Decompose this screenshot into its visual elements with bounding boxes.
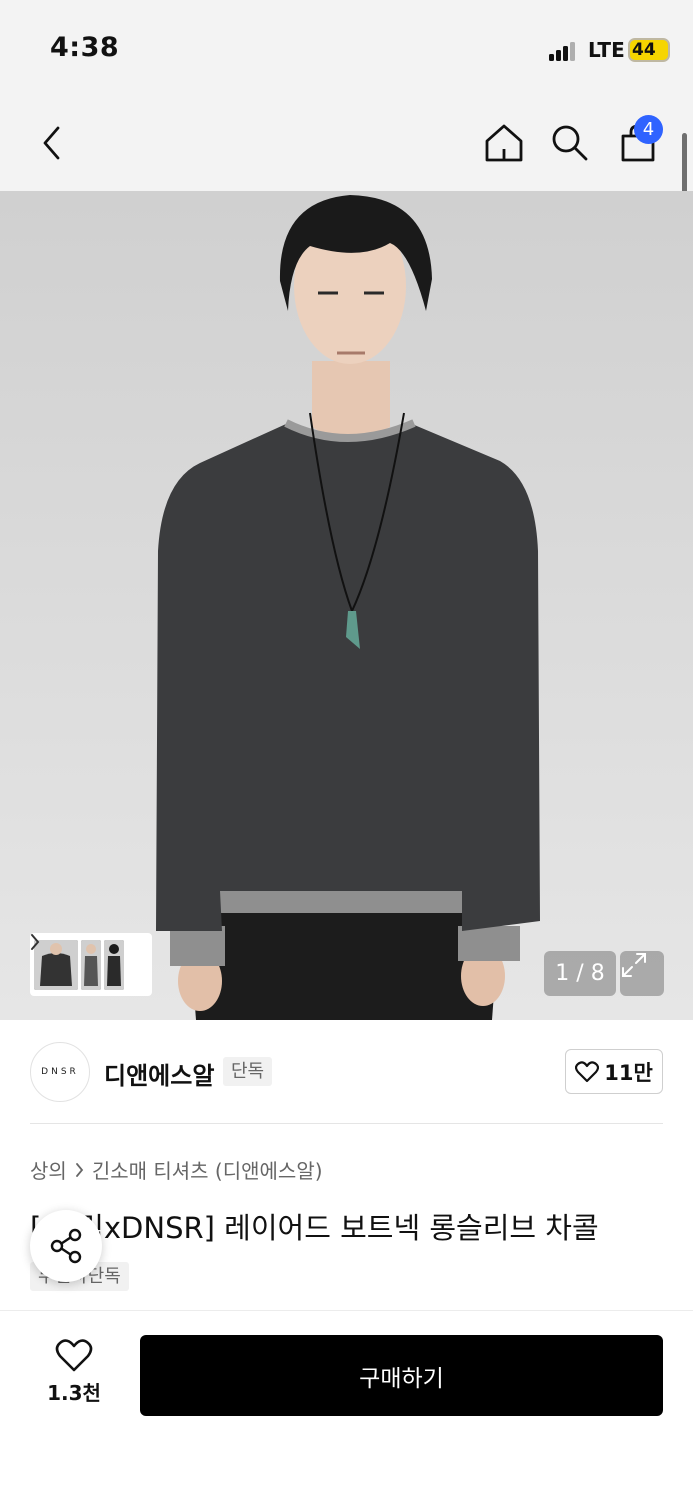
breadcrumb-category[interactable]: 상의	[30, 1155, 67, 1184]
wishlist-button[interactable]: 1.3천	[30, 1339, 118, 1409]
expand-icon	[622, 953, 646, 977]
brand-logo[interactable]: DNSR	[30, 1042, 90, 1102]
cart-button[interactable]	[608, 95, 668, 191]
network-label: LTE	[588, 38, 625, 62]
status-time: 4:38	[50, 32, 120, 63]
thumbnail-back[interactable]	[104, 939, 124, 990]
thumbnail-strip[interactable]	[30, 933, 152, 996]
product-photo	[156, 195, 540, 1020]
heart-icon	[575, 1060, 600, 1082]
home-icon	[485, 124, 523, 162]
back-button[interactable]	[22, 95, 82, 191]
divider	[30, 1123, 663, 1124]
share-icon	[50, 1228, 82, 1264]
battery-level: 44	[632, 40, 656, 60]
image-counter: 1 / 8	[544, 951, 616, 996]
heart-icon	[55, 1339, 93, 1372]
status-bar: 4:38 LTE 44	[0, 0, 693, 95]
signal-icon	[549, 41, 575, 61]
buy-button[interactable]: 구매하기	[140, 1335, 663, 1416]
product-image-gallery[interactable]: 1 / 8	[0, 191, 693, 1020]
exclusive-badge: 단독	[223, 1057, 273, 1086]
chevron-right-icon	[31, 934, 40, 950]
brand-like-button[interactable]: 11만	[565, 1049, 663, 1094]
thumbnail-side[interactable]	[81, 939, 101, 990]
back-icon	[43, 126, 60, 160]
brand-like-count: 11만	[604, 1060, 653, 1085]
home-button[interactable]	[474, 95, 534, 191]
breadcrumb: 상의 긴소매 티셔츠 (디앤에스알)	[30, 1155, 323, 1184]
bottom-action-bar: 1.3천 구매하기	[0, 1310, 693, 1500]
top-navigation	[0, 95, 693, 191]
expand-button[interactable]	[620, 951, 664, 996]
brand-row: DNSR 디앤에스알 단독 11만	[0, 1020, 693, 1124]
chevron-right-icon	[75, 1162, 83, 1177]
breadcrumb-subcategory[interactable]: 긴소매 티셔츠 (디앤에스알)	[92, 1155, 323, 1184]
battery-icon: 44	[628, 38, 670, 62]
share-button[interactable]	[30, 1210, 102, 1282]
wishlist-count: 1.3천	[47, 1381, 101, 1405]
product-title: [ 프릭xDNSR] 레이어드 보트넥 롱슬리브 차콜	[30, 1211, 599, 1245]
search-icon	[552, 125, 588, 161]
brand-name[interactable]: 디앤에스알	[104, 1056, 214, 1091]
search-button[interactable]	[540, 95, 600, 191]
cart-count-badge: 4	[634, 115, 663, 144]
thumbnail-front[interactable]	[34, 939, 78, 990]
